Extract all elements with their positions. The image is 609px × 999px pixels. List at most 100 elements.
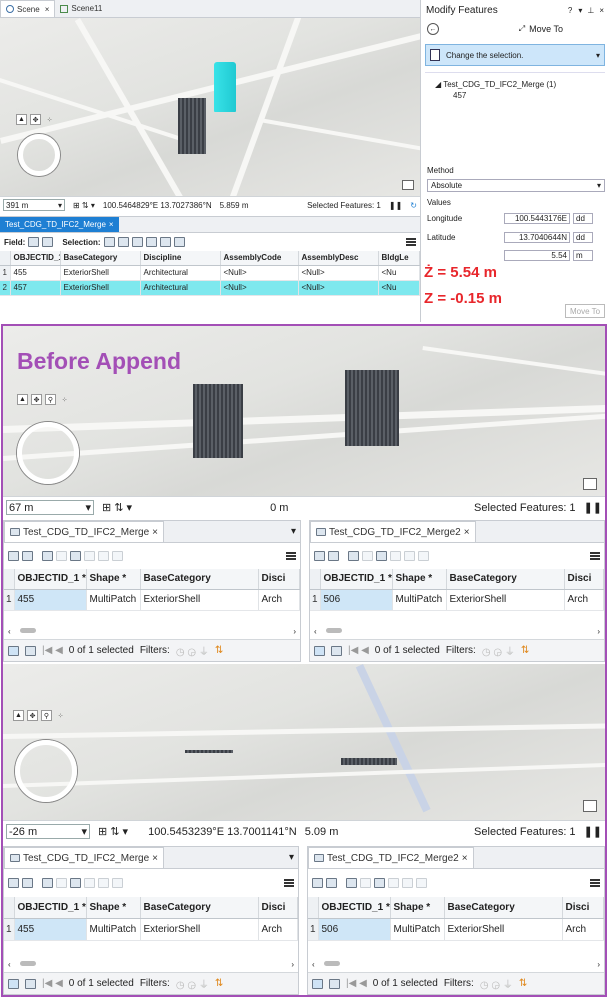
chevron-down-icon[interactable]: ▾ — [289, 852, 294, 863]
nav-options-icon[interactable]: ⊞ ⇅ ▾ — [98, 825, 128, 838]
tab-scene11[interactable]: Scene11 — [55, 0, 107, 17]
table-row[interactable]: 1 506 MultiPatch ExteriorShell Arch — [308, 918, 604, 941]
calculate-icon[interactable] — [326, 878, 337, 888]
select-by-attr-icon[interactable] — [42, 551, 53, 561]
arrow-icon[interactable]: ▲ — [16, 114, 27, 125]
tab-attribute-table-2[interactable]: Test_CDG_TD_IFC2_Merge2 × — [308, 847, 474, 868]
zoom-to-icon[interactable] — [362, 551, 373, 561]
copy-icon[interactable] — [112, 551, 123, 561]
building[interactable] — [341, 758, 397, 765]
switch-icon[interactable] — [131, 237, 143, 247]
copy-icon[interactable] — [416, 878, 427, 888]
dropdown-icon[interactable]: ▾ — [578, 6, 582, 15]
select-by-attr-icon[interactable] — [42, 878, 53, 888]
latitude-field[interactable]: 13.7040644N — [504, 231, 570, 243]
menu-icon[interactable] — [284, 879, 294, 887]
filter-icon[interactable]: ◷ ◶ ⏚ — [482, 643, 515, 658]
calculate-icon[interactable] — [328, 551, 339, 561]
close-icon[interactable]: × — [45, 5, 50, 14]
zoom-to-icon[interactable] — [360, 878, 371, 888]
table-view-icon[interactable] — [8, 645, 19, 656]
field-view-icon[interactable] — [25, 645, 36, 656]
table-row[interactable]: 1 455 MultiPatch ExteriorShell Arch — [4, 589, 300, 611]
table-row[interactable]: 1 455 MultiPatch ExteriorShell Arch — [4, 918, 298, 941]
unit-select[interactable]: m — [573, 249, 593, 261]
table-row[interactable]: 1 455 ExteriorShell Architectural <Null>… — [0, 265, 420, 281]
walk-icon[interactable]: ⚲ — [41, 710, 52, 721]
table-row[interactable]: 2 457 ExteriorShell Architectural <Null>… — [0, 280, 420, 296]
add-field-icon[interactable] — [314, 551, 325, 561]
scale-input[interactable]: 67 m ▾ — [6, 500, 94, 515]
delete-icon[interactable] — [159, 237, 171, 247]
unit-select[interactable]: dd — [573, 231, 593, 243]
clear-icon[interactable] — [145, 237, 157, 247]
walk-icon[interactable]: ⚲ — [45, 394, 56, 405]
zoom-to-icon[interactable] — [56, 878, 67, 888]
sort-icon[interactable]: ⇅ — [215, 645, 223, 656]
attribute-table[interactable]: OBJECTID_1 * Shape * BaseCategory Disci 1 50… — [310, 569, 604, 611]
pause-icon[interactable]: ❚❚ — [584, 501, 602, 514]
zoom-to-icon[interactable] — [56, 551, 67, 561]
building[interactable] — [185, 750, 233, 753]
feature-item[interactable]: 457 — [435, 90, 595, 101]
switch-icon[interactable] — [70, 551, 81, 561]
clear-icon[interactable] — [84, 878, 95, 888]
chevron-down-icon[interactable]: ▾ — [596, 51, 600, 60]
nav-options-icon[interactable]: ⊞ ⇅ ▾ — [102, 501, 132, 514]
legend-icon[interactable] — [402, 180, 414, 190]
close-icon[interactable]: × — [599, 6, 604, 15]
menu-icon[interactable] — [286, 552, 296, 560]
select-by-attr-icon[interactable] — [103, 237, 115, 247]
dots-icon[interactable]: ⁘ — [59, 394, 70, 405]
tab-scene[interactable]: Scene × — [0, 0, 56, 17]
delete-icon[interactable] — [98, 551, 109, 561]
arrow-icon[interactable]: ▲ — [13, 710, 24, 721]
dots-icon[interactable]: ⁘ — [55, 710, 66, 721]
delete-icon[interactable] — [402, 878, 413, 888]
menu-icon[interactable] — [590, 552, 600, 560]
top-scene-view[interactable]: ▲ ✥ ⁘ — [0, 18, 420, 196]
scrollbar[interactable]: ‹ › — [8, 627, 296, 636]
instruction-banner[interactable]: Change the selection. ▾ — [425, 44, 605, 66]
add-field-icon[interactable] — [312, 878, 323, 888]
selected-features[interactable]: Selected Features: 1 — [474, 826, 576, 838]
pause-icon[interactable]: ❚❚ — [584, 825, 602, 838]
nav-options-icon[interactable]: ⊞ ⇅ ▾ — [73, 201, 95, 210]
tab-attribute-table-2[interactable]: Test_CDG_TD_IFC2_Merge2 × — [310, 521, 476, 542]
switch-icon[interactable] — [374, 878, 385, 888]
tab-attribute-table[interactable]: Test_CDG_TD_IFC2_Merge × — [4, 847, 164, 868]
table-view-icon[interactable] — [314, 645, 325, 656]
close-icon[interactable]: × — [152, 853, 158, 864]
compass-icon[interactable] — [15, 740, 77, 802]
clear-icon[interactable] — [84, 551, 95, 561]
copy-icon[interactable] — [173, 237, 185, 247]
longitude-field[interactable]: 100.5443176E — [504, 212, 570, 224]
selected-building[interactable] — [214, 62, 236, 112]
add-field-icon[interactable] — [8, 878, 19, 888]
field-view-icon[interactable] — [331, 645, 342, 656]
select-by-attr-icon[interactable] — [346, 878, 357, 888]
close-icon[interactable]: × — [109, 220, 114, 229]
sort-icon[interactable]: ⇅ — [215, 978, 223, 989]
delete-icon[interactable] — [404, 551, 415, 561]
switch-icon[interactable] — [70, 878, 81, 888]
before-append-scene-view[interactable]: Before Append ▲ ✥ ⚲ ⁘ — [3, 326, 605, 496]
filter-icon[interactable]: ◷ ◶ ⏚ — [176, 976, 209, 991]
selected-features[interactable]: Selected Features: 1 — [307, 201, 381, 210]
pan-icon[interactable]: ✥ — [27, 710, 38, 721]
clear-icon[interactable] — [388, 878, 399, 888]
filter-icon[interactable]: ◷ ◶ ⏚ — [176, 643, 209, 658]
move-to-button[interactable]: Move To — [565, 304, 605, 318]
scale-input[interactable]: 391 m ▾ — [3, 199, 65, 211]
field-view-icon[interactable] — [25, 978, 36, 989]
refresh-icon[interactable]: ↻ — [410, 201, 417, 210]
expand-icon[interactable]: ◢ — [435, 80, 441, 89]
scale-input[interactable]: -26 m ▾ — [6, 824, 90, 839]
first-page-icon[interactable]: |◀ ◀ — [346, 978, 367, 989]
scrollbar[interactable]: ‹ › — [312, 960, 600, 969]
dots-icon[interactable]: ⁘ — [44, 114, 55, 125]
z-field[interactable]: 5.54 — [504, 249, 570, 261]
menu-icon[interactable] — [406, 238, 416, 246]
calculate-icon[interactable] — [22, 878, 33, 888]
filter-icon[interactable]: ◷ ◶ ⏚ — [480, 976, 513, 991]
